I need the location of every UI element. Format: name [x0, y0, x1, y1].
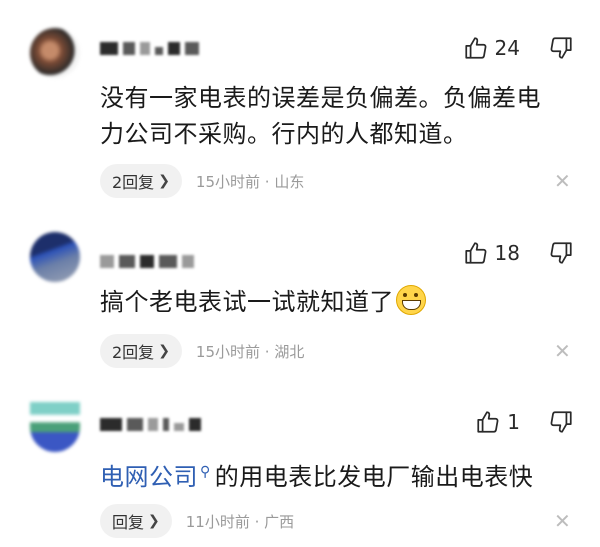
- timestamp-location: 11小时前 · 广西: [185, 512, 295, 531]
- comment-meta: 回复 ❯ 11小时前 · 广西: [100, 504, 294, 538]
- chevron-right-icon: ❯: [158, 173, 170, 189]
- reply-button[interactable]: 2回复 ❯: [100, 164, 182, 198]
- chevron-right-icon: ❯: [148, 513, 160, 529]
- thumbs-up-icon: [477, 411, 499, 433]
- like-count: 1: [507, 410, 520, 434]
- comment-text: 没有一家电表的误差是负偏差。负偏差电力公司不采购。行内的人都知道。: [100, 84, 541, 148]
- username[interactable]: [100, 40, 199, 56]
- dislike-button[interactable]: [548, 409, 574, 435]
- comment-text: 搞个老电表试一试就知道了: [100, 288, 394, 316]
- comment-text-wrap: 电网公司 ⚲ 的用电表比发电厂输出电表快: [100, 454, 560, 495]
- like-button[interactable]: 1: [475, 409, 520, 435]
- avatar[interactable]: [30, 232, 80, 282]
- like-count: 18: [494, 241, 520, 265]
- comment-text: 的用电表比发电厂输出电表快: [214, 463, 534, 491]
- avatar[interactable]: [30, 402, 80, 452]
- comment-meta: 2回复 ❯ 15小时前 · 湖北: [100, 334, 304, 368]
- close-icon[interactable]: ✕: [554, 511, 571, 531]
- dislike-button[interactable]: [548, 35, 574, 61]
- close-icon[interactable]: ✕: [554, 341, 571, 361]
- comment-meta: 2回复 ❯ 15小时前 · 山东: [100, 164, 304, 198]
- reply-button[interactable]: 回复 ❯: [100, 504, 172, 538]
- comment-text-wrap: 搞个老电表试一试就知道了: [100, 284, 560, 320]
- close-icon[interactable]: ✕: [554, 171, 571, 191]
- like-button[interactable]: 24: [463, 35, 520, 61]
- thumbs-down-icon: [550, 37, 572, 59]
- username[interactable]: [100, 416, 201, 432]
- thumbs-down-icon: [550, 411, 572, 433]
- username[interactable]: [100, 253, 194, 269]
- like-count: 24: [494, 36, 520, 60]
- search-link[interactable]: 电网公司: [100, 463, 198, 491]
- reply-label: 回复: [112, 513, 145, 532]
- timestamp-location: 15小时前 · 山东: [195, 172, 305, 191]
- thumbs-up-icon: [464, 37, 486, 59]
- grinning-face-icon: [396, 285, 426, 315]
- thumbs-down-icon: [550, 242, 572, 264]
- timestamp-location: 15小时前 · 湖北: [195, 342, 305, 361]
- chevron-right-icon: ❯: [158, 343, 170, 359]
- reply-button[interactable]: 2回复 ❯: [100, 334, 182, 368]
- reply-label: 2回复: [112, 343, 155, 362]
- thumbs-up-icon: [464, 242, 486, 264]
- search-icon[interactable]: ⚲: [200, 464, 211, 480]
- like-button[interactable]: 18: [463, 240, 520, 266]
- reply-label: 2回复: [112, 173, 155, 192]
- avatar[interactable]: [30, 28, 80, 78]
- dislike-button[interactable]: [548, 240, 574, 266]
